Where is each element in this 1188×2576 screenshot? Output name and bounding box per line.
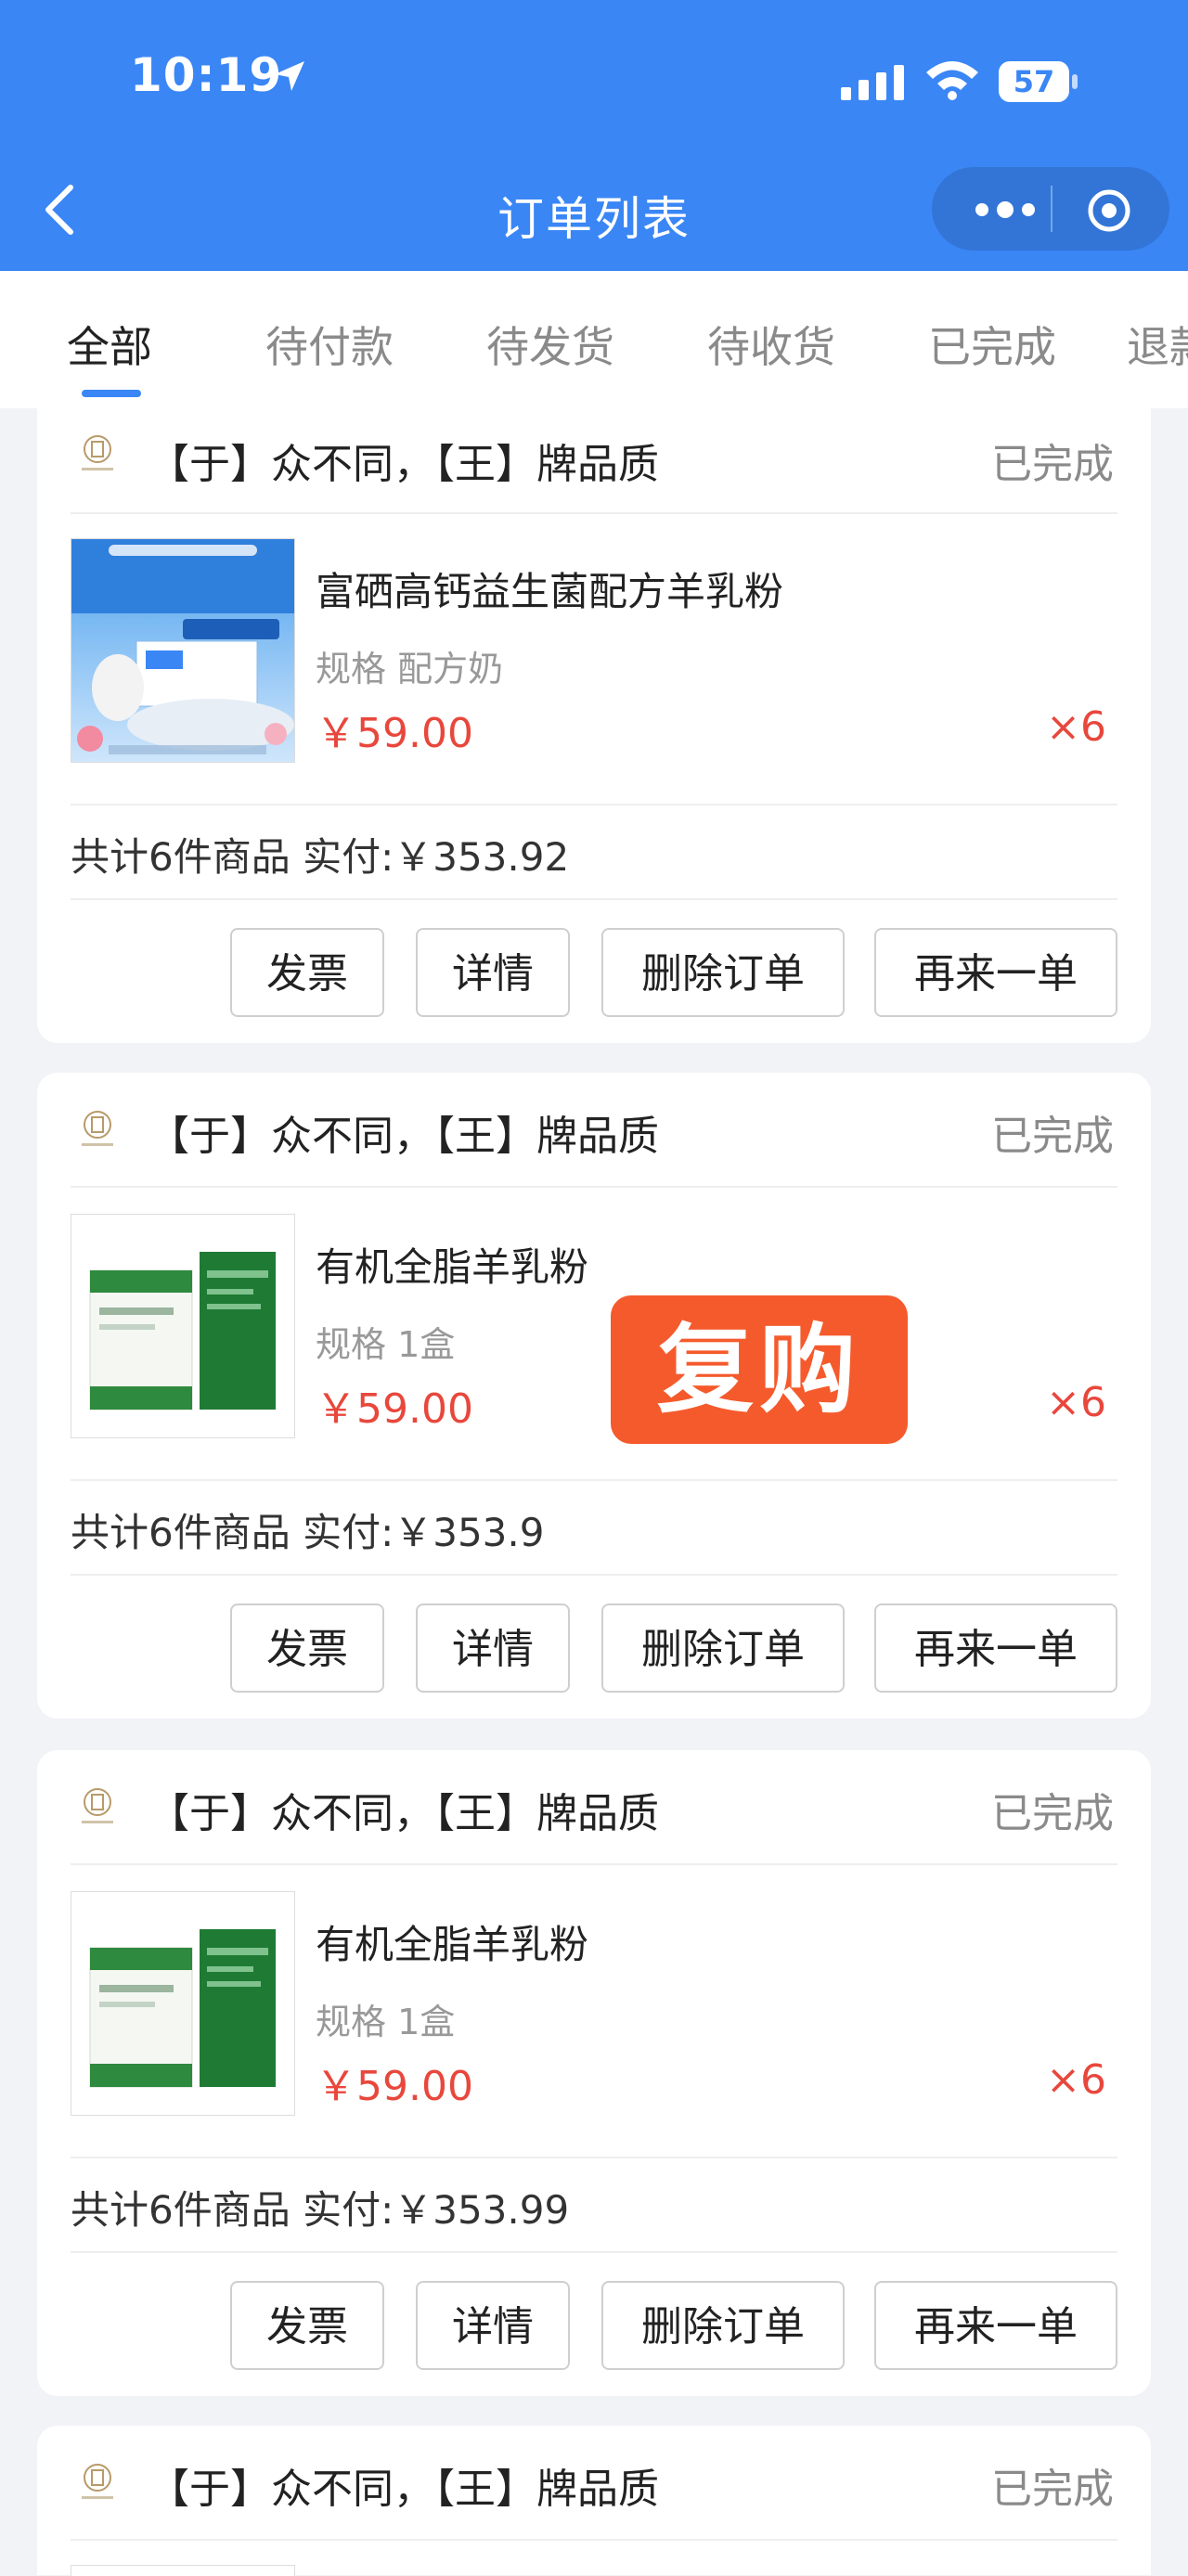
mini-program-capsule bbox=[932, 167, 1169, 251]
tab-refund[interactable]: 退款 bbox=[1127, 314, 1188, 375]
product-name[interactable]: 富硒高钙益生菌配方羊乳粉 bbox=[316, 560, 783, 617]
order-status: 已完成 bbox=[991, 441, 1114, 488]
detail-button[interactable]: 详情 bbox=[416, 2281, 570, 2370]
repurchase-badge: 复购 bbox=[611, 1295, 908, 1444]
tab-all[interactable]: 全部 bbox=[67, 314, 152, 375]
product-spec: 规格 配方奶 bbox=[316, 649, 504, 689]
detail-button[interactable]: 详情 bbox=[416, 928, 570, 1017]
invoice-button[interactable]: 发票 bbox=[230, 2281, 384, 2370]
shop-row: 【于】众不同，【王】牌品质 已完成 bbox=[37, 1750, 1151, 1843]
shop-logo-icon bbox=[82, 435, 113, 470]
order-status: 已完成 bbox=[991, 1790, 1114, 1837]
tab-pending-payment[interactable]: 待付款 bbox=[265, 314, 394, 375]
product-image[interactable] bbox=[71, 2565, 295, 2576]
top-bar: 10:19 57 订单列表 bbox=[0, 0, 1188, 271]
delete-order-button[interactable]: 删除订单 bbox=[601, 2281, 845, 2370]
order-status: 已完成 bbox=[991, 2466, 1114, 2513]
product-name[interactable]: 有机全脂羊乳粉 bbox=[316, 1913, 588, 1970]
close-circle-icon[interactable] bbox=[1086, 187, 1132, 234]
shop-name[interactable]: 【于】众不同，【王】牌品质 bbox=[148, 431, 659, 490]
order-tabs: 全部 待付款 待发货 待收货 已完成 退款 bbox=[0, 271, 1188, 408]
product-image[interactable] bbox=[71, 538, 295, 763]
wifi-icon bbox=[926, 61, 978, 100]
tab-pending-receipt[interactable]: 待收货 bbox=[707, 314, 835, 375]
order-card: 【于】众不同，【王】牌品质 已完成 bbox=[37, 2426, 1151, 2576]
order-card: 【于】众不同，【王】牌品质 已完成 富硒高钙益生菌配方羊乳粉 规格 配方奶 ￥5… bbox=[37, 408, 1151, 1043]
status-time: 10:19 bbox=[130, 48, 283, 102]
order-card: 【于】众不同，【王】牌品质 已完成 有机全脂羊乳粉 规格 1盒 ￥59.00 ×… bbox=[37, 1073, 1151, 1719]
order-summary: 共计6件商品 实付:￥353.92 bbox=[71, 834, 570, 880]
order-status: 已完成 bbox=[991, 1113, 1114, 1160]
shop-logo-icon bbox=[82, 1111, 113, 1146]
product-photo bbox=[71, 1215, 294, 1437]
shop-name[interactable]: 【于】众不同，【王】牌品质 bbox=[148, 2455, 659, 2515]
product-price: ￥59.00 bbox=[316, 1385, 473, 1433]
product-quantity: ×6 bbox=[1046, 2056, 1106, 2104]
cellular-signal-icon bbox=[841, 65, 904, 100]
battery-level: 57 bbox=[999, 61, 1069, 102]
reorder-button[interactable]: 再来一单 bbox=[874, 2281, 1117, 2370]
shop-logo-icon bbox=[82, 1788, 113, 1823]
tab-pending-shipment[interactable]: 待发货 bbox=[486, 314, 614, 375]
product-image[interactable] bbox=[71, 1891, 295, 2116]
product-image[interactable] bbox=[71, 1214, 295, 1438]
reorder-button[interactable]: 再来一单 bbox=[874, 928, 1117, 1017]
reorder-button[interactable]: 再来一单 bbox=[874, 1604, 1117, 1693]
product-quantity: ×6 bbox=[1046, 703, 1106, 751]
shop-row: 【于】众不同，【王】牌品质 已完成 bbox=[37, 2426, 1151, 2518]
delete-order-button[interactable]: 删除订单 bbox=[601, 1604, 845, 1693]
tab-completed[interactable]: 已完成 bbox=[928, 314, 1056, 375]
order-summary: 共计6件商品 实付:￥353.99 bbox=[71, 2187, 570, 2233]
more-dots-icon[interactable] bbox=[963, 191, 1047, 228]
product-spec: 规格 1盒 bbox=[316, 1324, 456, 1365]
order-card: 【于】众不同，【王】牌品质 已完成 有机全脂羊乳粉 规格 1盒 ￥59.00 ×… bbox=[37, 1750, 1151, 2396]
shop-row: 【于】众不同，【王】牌品质 已完成 bbox=[37, 1073, 1151, 1166]
product-quantity: ×6 bbox=[1046, 1379, 1106, 1426]
product-photo bbox=[71, 539, 294, 762]
product-price: ￥59.00 bbox=[316, 2063, 473, 2110]
delete-order-button[interactable]: 删除订单 bbox=[601, 928, 845, 1017]
invoice-button[interactable]: 发票 bbox=[230, 928, 384, 1017]
shop-row: 【于】众不同，【王】牌品质 已完成 bbox=[37, 408, 1151, 501]
shop-name[interactable]: 【于】众不同，【王】牌品质 bbox=[148, 1102, 659, 1162]
product-photo bbox=[71, 1892, 294, 2115]
detail-button[interactable]: 详情 bbox=[416, 1604, 570, 1693]
product-price: ￥59.00 bbox=[316, 710, 473, 757]
invoice-button[interactable]: 发票 bbox=[230, 1604, 384, 1693]
product-spec: 规格 1盒 bbox=[316, 2002, 456, 2042]
battery-icon: 57 bbox=[999, 61, 1078, 102]
product-name[interactable]: 有机全脂羊乳粉 bbox=[316, 1236, 588, 1293]
order-summary: 共计6件商品 实付:￥353.9 bbox=[71, 1510, 545, 1555]
location-arrow-icon bbox=[275, 61, 304, 91]
shop-logo-icon bbox=[82, 2464, 113, 2499]
active-tab-indicator bbox=[82, 390, 141, 397]
shop-name[interactable]: 【于】众不同，【王】牌品质 bbox=[148, 1780, 659, 1839]
